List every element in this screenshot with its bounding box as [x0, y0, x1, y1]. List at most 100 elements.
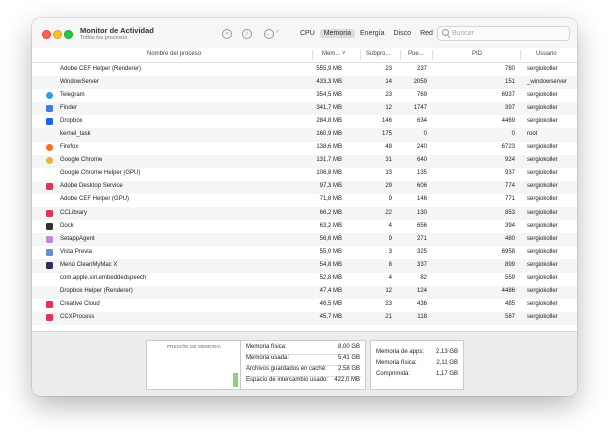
pid-value: 6937	[501, 91, 515, 98]
memory-value: 52,8 MB	[319, 275, 342, 281]
user-name: sergiokoller	[527, 183, 558, 190]
table-row[interactable]: Google Chrome Helper (GPU) 106,8 MB 13 135 9…	[32, 168, 577, 181]
close-button[interactable]	[42, 30, 51, 39]
process-name: com.apple.siri.embeddedspeech	[60, 275, 147, 281]
user-name: sergiokoller	[527, 65, 558, 72]
subprocess-count: 9	[388, 235, 392, 242]
zoom-button[interactable]	[64, 30, 73, 39]
table-row[interactable]: Dock 63,2 MB 4 656 394 sergiokoller	[32, 220, 577, 233]
table-row[interactable]: com.apple.siri.embeddedspeech 52,8 MB 4 82 5…	[32, 273, 577, 286]
tab-memoria[interactable]: Memoria	[319, 28, 356, 38]
table-row[interactable]: Menú CleanMyMac X 54,8 MB 8 337 899 sergiokol…	[32, 259, 577, 273]
table-row[interactable]: CCXProcess 45,7 MB 21 118 587 sergiokoller	[32, 311, 577, 325]
memory-pressure-label: PRESIÓN DE MEMORIA	[166, 344, 222, 349]
port-count: 240	[416, 144, 427, 151]
tab-red[interactable]: Red	[416, 29, 437, 38]
info-icon[interactable]: i	[242, 29, 252, 39]
user-name: _windowserver	[527, 78, 568, 85]
table-row[interactable]: SetappAgent 56,6 MB 9 271 480 sergiokoller	[32, 233, 577, 247]
firefox-icon	[46, 144, 53, 152]
col-process-name[interactable]: Nombre del proceso	[147, 51, 201, 57]
mem-swap-value: 422,0 MB	[334, 377, 360, 383]
adobe-cc-icon	[46, 301, 53, 309]
memory-value: 55,0 MB	[319, 248, 342, 255]
user-name: sergiokoller	[527, 157, 558, 164]
table-row[interactable]: Dropbox Helper (Renderer) 47,4 MB 12 124 448…	[32, 285, 577, 299]
user-name: sergiokoller	[527, 170, 558, 177]
memory-value: 71,8 MB	[319, 196, 342, 203]
memory-stats-panel: Memoria física: 8,00 GB Memoria usada: 5…	[240, 340, 366, 390]
stop-process-icon[interactable]: ×	[222, 29, 232, 39]
table-row[interactable]: kernel_task 160,9 MB 175 0 0 root	[32, 128, 577, 142]
subprocess-count: 12	[385, 104, 392, 111]
table-row[interactable]: CCLibrary 66,2 MB 22 130 853 sergiokoller	[32, 207, 577, 221]
mem-used-value: 5,41 GB	[337, 355, 360, 361]
minimize-button[interactable]	[53, 30, 62, 39]
port-count: 337	[416, 261, 427, 268]
memory-value: 54,8 MB	[319, 261, 342, 268]
table-row[interactable]: Creative Cloud 46,5 MB 23 436 485 sergiokolle…	[32, 299, 577, 312]
mem-cached-value: 2,58 GB	[337, 366, 360, 372]
subprocess-count: 8	[388, 261, 392, 268]
process-name: WindowServer	[60, 78, 100, 85]
table-row[interactable]: Telegram 354,5 MB 23 769 6937 sergiokoller	[32, 89, 577, 102]
subprocess-count: 48	[385, 144, 392, 151]
port-count: 640	[416, 157, 427, 164]
more-options-icon[interactable]: …	[264, 29, 274, 39]
port-count: 124	[416, 288, 427, 295]
port-count: 325	[416, 248, 427, 255]
process-name: Firefox	[60, 144, 79, 151]
process-name: Menú CleanMyMac X	[60, 261, 118, 268]
subprocess-count: 31	[385, 157, 392, 164]
user-name: sergiokoller	[527, 222, 558, 229]
process-name: Dropbox	[60, 117, 83, 124]
app-memory-panel: Memoria de apps: 2,13 GB Memoria física:…	[370, 340, 464, 390]
compressed-value: 1,17 GB	[435, 371, 458, 377]
search-placeholder: Buscar	[452, 30, 474, 37]
mem-swap-label: Espacio de intercambio usado:	[246, 377, 329, 383]
process-name: Dropbox Helper (Renderer)	[60, 288, 133, 295]
process-name: Adobe CEF Helper (GPU)	[60, 196, 130, 203]
table-row[interactable]: Adobe CEF Helper (GPU) 71,8 MB 9 146 771 serg…	[32, 194, 577, 207]
tab-disco[interactable]: Disco	[390, 29, 416, 38]
table-row[interactable]: WindowServer 433,3 MB 14 2059 151 _windowserv…	[32, 76, 577, 90]
adobe-cc-icon	[46, 314, 53, 322]
table-row[interactable]: Google Chrome 131,7 MB 31 640 924 sergiokolle…	[32, 154, 577, 168]
memory-value: 66,2 MB	[319, 209, 342, 216]
table-row[interactable]: Finder 341,7 MB 12 1747 397 sergiokoller	[32, 102, 577, 116]
memory-pressure-panel: PRESIÓN DE MEMORIA	[146, 340, 242, 390]
port-count: 0	[423, 130, 427, 137]
app-memory-value: 2,13 GB	[435, 349, 458, 355]
port-count: 135	[416, 170, 427, 177]
pid-value: 937	[504, 170, 515, 177]
mem-physical-value: 8,00 GB	[337, 344, 360, 350]
chevron-down-icon[interactable]: ˅	[276, 29, 279, 35]
table-row[interactable]: Dropbox 284,8 MB 146 634 4469 sergiokoller	[32, 115, 577, 128]
user-name: sergiokoller	[527, 144, 558, 151]
tab-cpu[interactable]: CPU	[296, 29, 319, 38]
table-row[interactable]: Vista Previa 55,0 MB 3 325 6958 sergiokoller	[32, 246, 577, 259]
process-name: Telegram	[60, 91, 85, 98]
col-ports[interactable]: Pue...	[408, 51, 424, 57]
search-field[interactable]: Buscar	[437, 26, 570, 41]
port-count: 237	[416, 65, 427, 72]
pid-value: 480	[504, 235, 515, 242]
tab-energia[interactable]: Energía	[356, 29, 389, 38]
table-row[interactable]: Adobe CEF Helper (Renderer) 555,9 MB 23 237…	[32, 63, 577, 76]
table-row[interactable]: Adobe Desktop Service 97,3 MB 29 606 774 serg…	[32, 180, 577, 194]
cleanmymac-icon	[46, 261, 53, 269]
col-subprocesses[interactable]: Subpro...	[366, 51, 390, 57]
wired-memory-value: 2,11 GB	[436, 360, 458, 366]
table-row[interactable]: Firefox 138,6 MB 48 240 6723 sergiokoller	[32, 142, 577, 155]
process-name: CCLibrary	[60, 209, 88, 216]
port-count: 2059	[413, 78, 427, 85]
user-name: root	[527, 130, 538, 137]
pid-value: 394	[504, 222, 515, 229]
process-name: CCXProcess	[60, 314, 95, 321]
port-count: 146	[416, 196, 427, 203]
col-pid[interactable]: PID	[472, 51, 482, 57]
pid-value: 924	[504, 157, 515, 164]
col-memory[interactable]: Mem... ˅	[322, 51, 346, 57]
memory-value: 284,8 MB	[316, 117, 342, 124]
col-user[interactable]: Usuario	[536, 51, 557, 57]
